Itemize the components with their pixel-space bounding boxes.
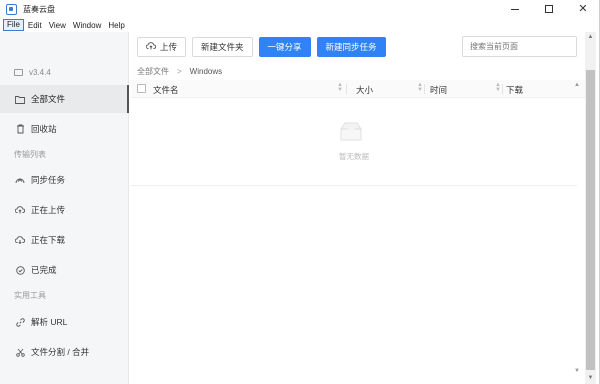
maximize-button[interactable] [532,0,566,18]
section-tools: 实用工具 [14,291,46,300]
table-scroll-up-icon[interactable]: ▲ [574,82,580,88]
breadcrumb-current: Windows [189,67,223,76]
breadcrumb: 全部文件 > Windows [137,66,222,77]
sidebar-item-all-files[interactable]: 全部文件 [0,85,129,113]
sidebar-item-uploading[interactable]: 正在上传 [0,196,129,224]
scrollbar[interactable]: ▲ ▼ [585,32,596,384]
sidebar-item-label: 同步任务 [31,175,66,185]
title-bar: 蓝奏云盘 ✕ [0,0,600,18]
column-filename[interactable]: 文件名 [153,84,179,96]
new-folder-button[interactable]: 新建文件夹 [192,37,253,57]
menu-view[interactable]: View [46,21,69,30]
link-icon [15,317,25,327]
menu-edit[interactable]: Edit [25,21,45,30]
sidebar-item-label: 全部文件 [31,94,66,104]
maximize-icon [545,5,553,13]
sidebar-item-split-merge[interactable]: 文件分割 / 合并 [0,338,129,366]
folder-icon [15,94,25,104]
sidebar-item-label: 正在下载 [31,235,66,245]
version-label: v3.4.4 [29,68,51,77]
minimize-button[interactable] [498,0,532,18]
window-controls: ✕ [498,0,600,18]
close-button[interactable]: ✕ [566,0,600,18]
column-divider [502,84,503,94]
column-divider [346,84,347,94]
version-info: v3.4.4 [14,68,51,77]
sidebar-item-recycle-bin[interactable]: 回收站 [0,115,129,143]
sidebar-item-label: 文件分割 / 合并 [31,347,90,357]
share-button[interactable]: 一键分享 [258,37,311,57]
check-circle-icon [15,265,25,275]
close-icon: ✕ [578,2,588,15]
column-divider [424,84,425,94]
sidebar-item-label: 已完成 [31,265,57,275]
scissors-icon [15,347,25,357]
empty-state: 暂无数据 [131,98,577,186]
select-all-checkbox[interactable] [137,84,146,93]
empty-text: 暂无数据 [339,152,369,161]
menu-bar: File Edit View Window Help [0,18,600,32]
scroll-down-icon[interactable]: ▼ [585,373,596,384]
trash-icon [15,124,25,134]
sidebar-item-label: 正在上传 [31,205,66,215]
table-header: 文件名 ▲ ▼ 大小 ▲ ▼ 时间 ▲ ▼ 下载 [131,80,585,98]
menu-file[interactable]: File [3,19,24,31]
sort-icon[interactable]: ▲ ▼ [495,82,501,93]
sidebar-item-completed[interactable]: 已完成 [0,256,129,284]
sidebar-item-downloading[interactable]: 正在下载 [0,226,129,254]
calendar-icon [14,69,23,76]
window-title: 蓝奏云盘 [23,4,55,14]
scrollbar-thumb[interactable] [586,70,595,370]
minimize-icon [511,8,519,10]
column-downloads[interactable]: 下载 [506,84,523,96]
upload-button[interactable]: 上传 [137,37,187,57]
column-size[interactable]: 大小 [356,84,373,96]
search-input[interactable] [462,36,577,57]
chevron-right-icon: > [177,67,182,76]
sidebar-item-label: 回收站 [31,124,57,134]
scroll-up-icon[interactable]: ▲ [585,32,596,43]
sort-icon[interactable]: ▲ ▼ [337,82,343,93]
menu-window[interactable]: Window [70,21,104,30]
sync-icon [15,175,25,185]
section-transfer: 传输列表 [14,150,46,159]
download-cloud-icon [15,235,25,245]
empty-inbox-icon [337,120,365,144]
column-time[interactable]: 时间 [430,84,447,96]
sidebar-item-label: 解析 URL [31,317,68,327]
sidebar-item-sync[interactable]: 同步任务 [0,166,129,194]
table-scroll-down-icon[interactable]: ▼ [574,368,580,374]
sidebar-item-parse-url[interactable]: 解析 URL [0,308,129,336]
sort-icon[interactable]: ▲ ▼ [417,82,423,93]
breadcrumb-root[interactable]: 全部文件 [137,66,169,77]
upload-label: 上传 [160,42,178,52]
app-logo-icon [6,3,17,15]
upload-icon [145,42,157,52]
menu-help[interactable]: Help [105,21,127,30]
toolbar: 上传 新建文件夹 一键分享 新建同步任务 [137,37,392,57]
upload-cloud-icon [15,205,25,215]
new-sync-task-button[interactable]: 新建同步任务 [316,37,386,57]
sidebar: v3.4.4 全部文件 回收站 传输列表 同步任务 正在上传 正在下载 已完成 … [0,32,129,384]
